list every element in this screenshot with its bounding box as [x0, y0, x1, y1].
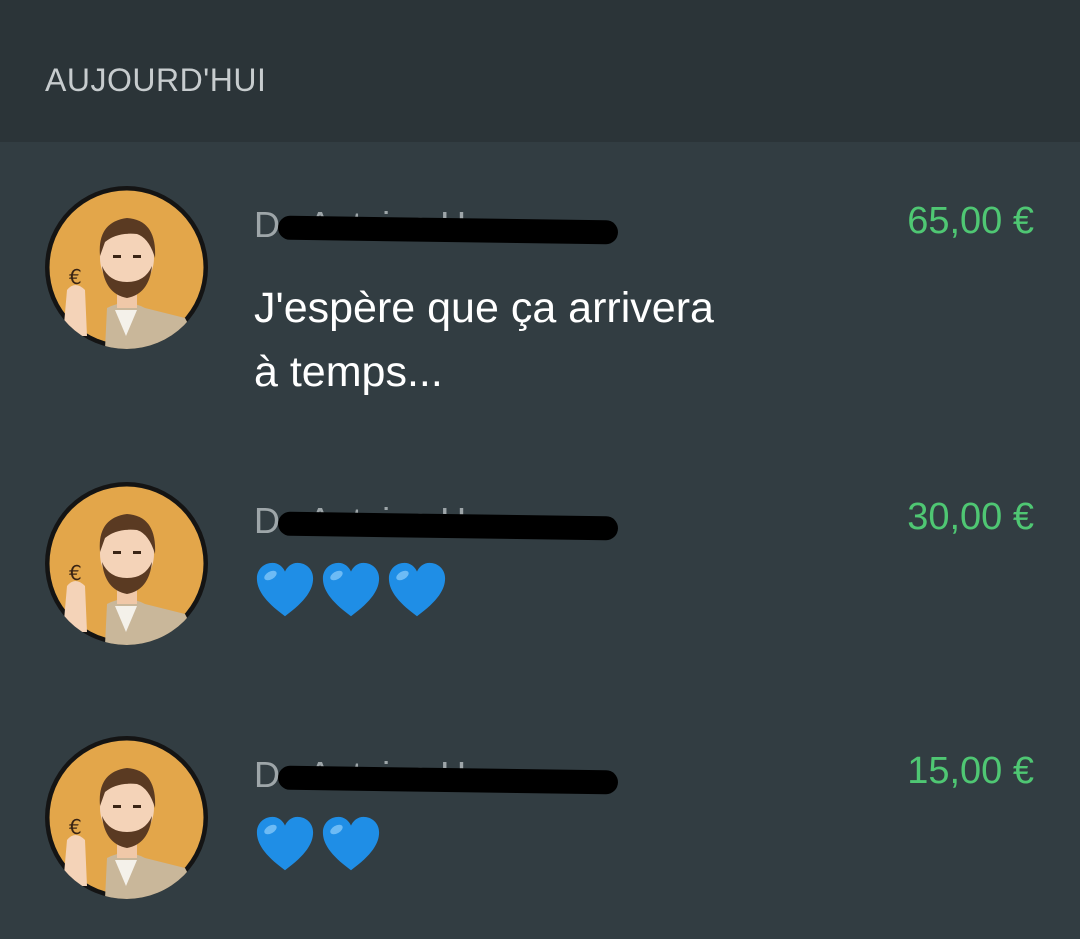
bearded-man-avatar-icon[interactable] [45, 736, 208, 899]
redaction-mark [277, 215, 619, 245]
donation-item[interactable]: De Antoine H. 65,00 € J'espère que ça ar… [0, 186, 1080, 446]
donation-amount: 30,00 € [907, 496, 1034, 538]
blue-heart-icon [254, 814, 316, 876]
blue-heart-icon [386, 560, 448, 622]
blue-heart-icon [254, 560, 316, 622]
bearded-man-avatar-icon[interactable] [45, 482, 208, 645]
donation-amount: 15,00 € [907, 750, 1034, 792]
sender-name: De Antoine H. [254, 204, 634, 245]
donation-message: J'espère que ça arrivera à temps... [254, 284, 714, 396]
redaction-mark [277, 765, 619, 795]
donation-item[interactable]: De Antoine H. 15,00 € [0, 736, 1080, 936]
donation-message-hearts [254, 560, 448, 624]
sender-name: De Antoine H. [254, 500, 634, 541]
section-header: AUJOURD'HUI [0, 0, 1080, 142]
blue-heart-icon [320, 560, 382, 622]
bearded-man-avatar-icon[interactable] [45, 186, 208, 349]
donation-message-hearts [254, 814, 382, 878]
donation-list: De Antoine H. 65,00 € J'espère que ça ar… [0, 142, 1080, 939]
section-title: AUJOURD'HUI [45, 62, 267, 98]
donation-item[interactable]: De Antoine H. 30,00 € [0, 482, 1080, 682]
blue-heart-icon [320, 814, 382, 876]
sender-name: De Antoine H. [254, 754, 634, 795]
donation-amount: 65,00 € [907, 200, 1034, 242]
redaction-mark [277, 511, 619, 541]
